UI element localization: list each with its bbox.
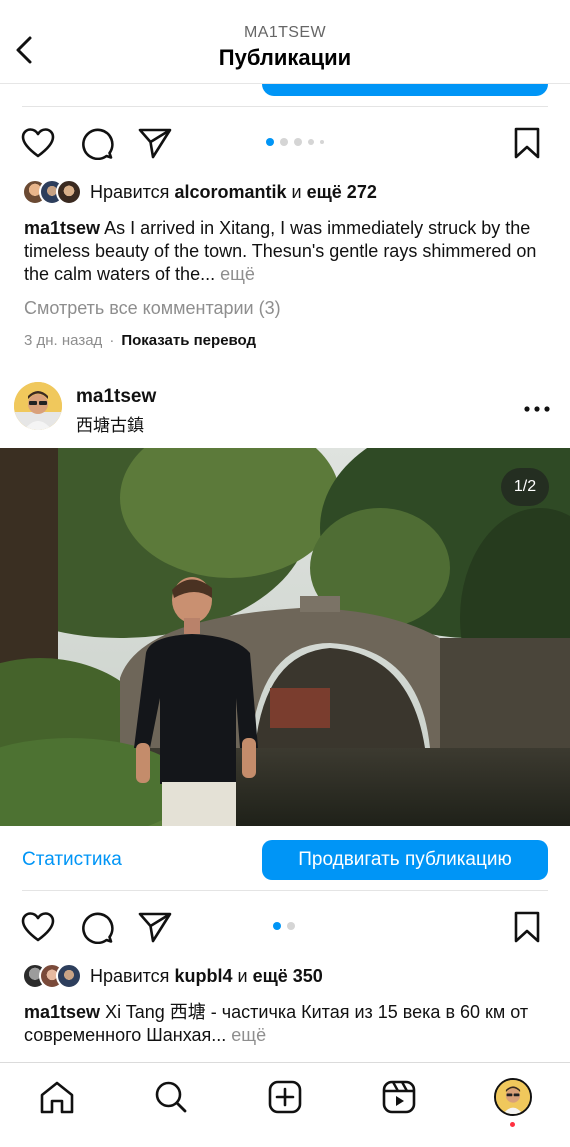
share-button[interactable] bbox=[137, 909, 173, 945]
likes-summary[interactable]: Нравится alcoromantik и ещё 272 bbox=[22, 177, 377, 207]
avatar-image bbox=[14, 382, 62, 430]
post-author-avatar[interactable] bbox=[14, 382, 62, 430]
carousel-dot bbox=[294, 138, 302, 146]
search-icon bbox=[155, 1081, 187, 1113]
send-icon bbox=[138, 912, 172, 943]
post-caption: ma1tsew Xi Tang 西塘 - частичка Китая из 1… bbox=[24, 1001, 550, 1047]
create-icon bbox=[268, 1080, 302, 1114]
carousel-dot bbox=[280, 138, 288, 146]
more-horizontal-icon bbox=[524, 406, 550, 412]
bookmark-icon bbox=[514, 127, 540, 159]
likes-text: Нравится alcoromantik и ещё 272 bbox=[90, 181, 377, 202]
likes-summary[interactable]: Нравится kupbl4 и ещё 350 bbox=[22, 961, 323, 991]
likes-count[interactable]: ещё 272 bbox=[307, 182, 377, 202]
post-caption: ma1tsew As I arrived in Xitang, I was im… bbox=[24, 217, 550, 286]
caption-text: Xi Tang 西塘 - частичка Китая из 15 века в… bbox=[24, 1002, 529, 1045]
caption-more-link[interactable]: ещё bbox=[220, 264, 255, 284]
save-button[interactable] bbox=[509, 125, 545, 161]
divider bbox=[22, 106, 548, 107]
comment-icon bbox=[82, 128, 114, 160]
carousel-indicator bbox=[273, 922, 295, 930]
top-bar: MA1TSEW Публикации bbox=[0, 0, 570, 84]
heart-icon bbox=[21, 128, 55, 158]
post-header: ma1tsew 西塘古鎮 bbox=[0, 380, 570, 438]
carousel-indicator bbox=[266, 138, 324, 146]
like-button[interactable] bbox=[20, 909, 56, 945]
liker-avatars bbox=[22, 963, 82, 989]
liker-avatars bbox=[22, 179, 82, 205]
save-button[interactable] bbox=[509, 909, 545, 945]
home-icon bbox=[40, 1081, 74, 1114]
tab-reels[interactable] bbox=[379, 1077, 419, 1117]
divider bbox=[22, 890, 548, 891]
heart-icon bbox=[21, 912, 55, 942]
avatar-image bbox=[496, 1080, 530, 1114]
reels-icon bbox=[382, 1080, 416, 1114]
caption-username[interactable]: ma1tsew bbox=[24, 218, 100, 238]
meta-separator: · bbox=[109, 332, 115, 349]
carousel-dot bbox=[273, 922, 281, 930]
image-counter: 1/2 bbox=[501, 468, 549, 506]
profile-username: MA1TSEW bbox=[244, 24, 326, 41]
view-insights-link[interactable]: Статистика bbox=[22, 849, 122, 871]
carousel-dot bbox=[308, 139, 314, 145]
comment-button[interactable] bbox=[79, 909, 115, 945]
liker-avatar bbox=[56, 963, 82, 989]
bookmark-icon bbox=[514, 911, 540, 943]
liker-username[interactable]: kupbl4 bbox=[174, 966, 232, 986]
caption-username[interactable]: ma1tsew bbox=[24, 1002, 100, 1022]
page-title: Публикации bbox=[218, 45, 352, 70]
post-actions bbox=[0, 905, 570, 949]
photo-illustration bbox=[0, 448, 570, 826]
view-all-comments-link[interactable]: Смотреть все комментарии (3) bbox=[24, 298, 281, 319]
tab-create[interactable] bbox=[265, 1077, 305, 1117]
carousel-dot bbox=[320, 140, 324, 144]
profile-avatar bbox=[494, 1078, 532, 1116]
caption-more-link[interactable]: ещё bbox=[231, 1025, 266, 1045]
liker-username[interactable]: alcoromantik bbox=[174, 182, 286, 202]
tab-home[interactable] bbox=[37, 1077, 77, 1117]
tab-profile[interactable] bbox=[493, 1077, 533, 1117]
post-actions bbox=[0, 121, 570, 165]
tab-search[interactable] bbox=[151, 1077, 191, 1117]
bottom-tab-bar bbox=[0, 1062, 570, 1147]
promote-post-button[interactable]: Продвигать публикацию bbox=[262, 840, 548, 880]
post-meta: 3 дн. назад · Показать перевод bbox=[24, 332, 256, 349]
liker-avatar bbox=[56, 179, 82, 205]
post-image[interactable]: 1/2 bbox=[0, 448, 570, 826]
comment-icon bbox=[82, 912, 114, 944]
show-translation-link[interactable]: Показать перевод bbox=[121, 332, 256, 349]
likes-text: Нравится kupbl4 и ещё 350 bbox=[90, 965, 323, 986]
post-author-username[interactable]: ma1tsew bbox=[76, 386, 156, 408]
caption-text: As I arrived in Xitang, I was immediatel… bbox=[24, 218, 537, 284]
post-timestamp: 3 дн. назад bbox=[24, 332, 103, 349]
share-button[interactable] bbox=[137, 125, 173, 161]
carousel-dot bbox=[287, 922, 295, 930]
send-icon bbox=[138, 128, 172, 159]
insights-row: Статистика Продвигать публикацию bbox=[0, 840, 570, 880]
likes-count[interactable]: ещё 350 bbox=[253, 966, 323, 986]
notification-dot bbox=[510, 1122, 515, 1127]
carousel-dot bbox=[266, 138, 274, 146]
post-location[interactable]: 西塘古鎮 bbox=[76, 411, 144, 436]
like-button[interactable] bbox=[20, 125, 56, 161]
post-options-button[interactable] bbox=[522, 394, 552, 424]
comment-button[interactable] bbox=[79, 125, 115, 161]
